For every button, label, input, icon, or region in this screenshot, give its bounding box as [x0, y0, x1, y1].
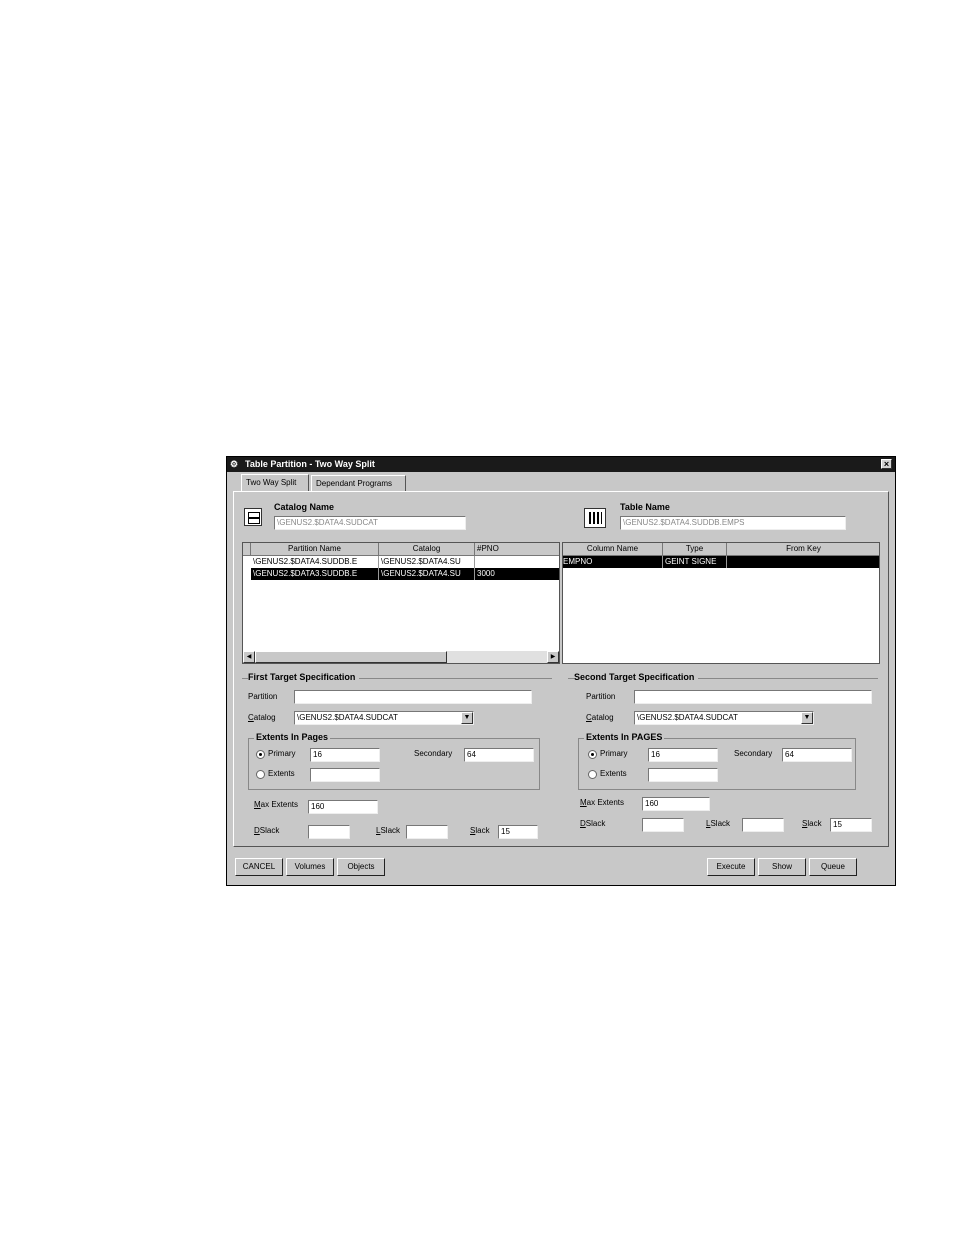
cell-type: GEINT SIGNE: [663, 556, 727, 568]
queue-button[interactable]: Queue: [809, 858, 857, 876]
close-button[interactable]: ×: [881, 459, 892, 469]
cell-pno: [475, 556, 559, 568]
table-row[interactable]: \GENUS2.$DATA4.SUDDB.E \GENUS2.$DATA4.SU: [243, 556, 559, 568]
second-catalog-label: Catalog: [586, 713, 614, 722]
cell-column-name: EMPNO: [563, 556, 663, 568]
col-header-partition-name[interactable]: Partition Name: [251, 543, 379, 556]
first-extents-input[interactable]: [310, 768, 380, 782]
cell-catalog: \GENUS2.$DATA4.SU: [379, 568, 475, 580]
second-primary-input[interactable]: 16: [648, 748, 718, 762]
second-extents-group: [578, 738, 856, 790]
table-partition-window: ⚙ Table Partition - Two Way Split × Two …: [226, 456, 896, 886]
first-dslack-label: DSlack: [254, 826, 280, 835]
cell-catalog: \GENUS2.$DATA4.SU: [379, 556, 475, 568]
first-catalog-value: \GENUS2.$DATA4.SUDCAT: [297, 713, 398, 722]
first-max-extents-label: Max Extents: [254, 800, 299, 809]
first-max-extents-input[interactable]: 160: [308, 800, 378, 814]
first-partition-input[interactable]: [294, 690, 532, 704]
first-target-title: First Target Specification: [248, 672, 360, 682]
second-partition-input[interactable]: [634, 690, 872, 704]
cancel-button[interactable]: CANCEL: [235, 858, 283, 876]
scroll-right-icon[interactable]: ▶: [547, 651, 559, 663]
second-extents-radio[interactable]: [588, 770, 597, 779]
chevron-down-icon[interactable]: ▼: [461, 712, 473, 724]
partitions-grid[interactable]: Partition Name Catalog #PNO \GENUS2.$DAT…: [242, 542, 560, 664]
table-name-label: Table Name: [620, 502, 670, 512]
second-extents-label: Extents: [600, 769, 627, 778]
first-extents-title: Extents In Pages: [254, 732, 331, 742]
cell-partition-name: \GENUS2.$DATA4.SUDDB.E: [251, 556, 379, 568]
first-dslack-input[interactable]: [308, 825, 350, 839]
tab-two-way-split[interactable]: Two Way Split: [241, 474, 309, 491]
first-secondary-label: Secondary: [414, 749, 453, 758]
first-catalog-label: Catalog: [248, 713, 276, 722]
cabinet-icon: [244, 508, 262, 526]
table-row-selected[interactable]: EMPNO GEINT SIGNE: [563, 556, 879, 568]
second-secondary-input[interactable]: 64: [782, 748, 852, 762]
objects-button[interactable]: Objects: [337, 858, 385, 876]
second-max-extents-input[interactable]: 160: [642, 797, 710, 811]
first-lslack-input[interactable]: [406, 825, 448, 839]
scroll-left-icon[interactable]: ◀: [243, 651, 255, 663]
show-button[interactable]: Show: [758, 858, 806, 876]
second-extents-title: Extents In PAGES: [584, 732, 665, 742]
second-partition-label: Partition: [586, 692, 616, 701]
table-grid-icon: [584, 508, 606, 528]
catalog-name-field[interactable]: \GENUS2.$DATA4.SUDCAT: [274, 516, 466, 530]
second-slack-label: Slack: [802, 819, 822, 828]
columns-grid[interactable]: Column Name Type From Key EMPNO GEINT SI…: [562, 542, 880, 664]
second-dslack-label: DSlack: [580, 819, 606, 828]
first-primary-input[interactable]: 16: [310, 748, 380, 762]
second-slack-input[interactable]: 15: [830, 818, 872, 832]
first-lslack-label: LSlack: [376, 826, 401, 835]
cell-partition-name: \GENUS2.$DATA3.SUDDB.E: [251, 568, 379, 580]
cell-pno: 3000: [477, 569, 495, 578]
second-target-title: Second Target Specification: [574, 672, 699, 682]
first-catalog-select[interactable]: \GENUS2.$DATA4.SUDCAT ▼: [294, 711, 474, 725]
volumes-button[interactable]: Volumes: [286, 858, 334, 876]
second-lslack-label: LSlack: [706, 819, 731, 828]
second-extents-input[interactable]: [648, 768, 718, 782]
tab-dependant-programs[interactable]: Dependant Programs: [311, 475, 406, 491]
first-extents-group: [248, 738, 540, 790]
second-catalog-value: \GENUS2.$DATA4.SUDCAT: [637, 713, 738, 722]
title-bar[interactable]: ⚙ Table Partition - Two Way Split ×: [227, 457, 895, 472]
tab-panel: Catalog Name \GENUS2.$DATA4.SUDCAT Table…: [233, 491, 889, 847]
first-slack-label: Slack: [470, 826, 490, 835]
cell-from-key: [727, 556, 879, 568]
first-slack-input[interactable]: 15: [498, 825, 538, 839]
first-partition-label: Partition: [248, 692, 278, 701]
second-max-extents-label: Max Extents: [580, 798, 625, 807]
execute-button[interactable]: Execute: [707, 858, 755, 876]
col-header-pno[interactable]: #PNO: [475, 543, 559, 556]
col-header-column-name[interactable]: Column Name: [563, 543, 663, 556]
scroll-thumb[interactable]: [255, 651, 447, 663]
second-primary-radio[interactable]: [588, 750, 597, 759]
second-secondary-label: Secondary: [734, 749, 773, 758]
second-lslack-input[interactable]: [742, 818, 784, 832]
first-extents-radio[interactable]: [256, 770, 265, 779]
second-catalog-select[interactable]: \GENUS2.$DATA4.SUDCAT ▼: [634, 711, 814, 725]
chevron-down-icon[interactable]: ▼: [801, 712, 813, 724]
first-primary-radio[interactable]: [256, 750, 265, 759]
col-header-type[interactable]: Type: [663, 543, 727, 556]
horizontal-scrollbar[interactable]: ◀ ▶: [243, 651, 559, 663]
table-row-selected[interactable]: \GENUS2.$DATA3.SUDDB.E \GENUS2.$DATA4.SU…: [251, 568, 559, 580]
col-header-from-key[interactable]: From Key: [727, 543, 879, 556]
catalog-name-label: Catalog Name: [274, 502, 335, 512]
grid-corner: [243, 543, 251, 556]
window-title: Table Partition - Two Way Split: [245, 459, 375, 469]
col-header-catalog[interactable]: Catalog: [379, 543, 475, 556]
first-secondary-input[interactable]: 64: [464, 748, 534, 762]
second-primary-label: Primary: [600, 749, 628, 758]
first-primary-label: Primary: [268, 749, 296, 758]
table-name-field[interactable]: \GENUS2.$DATA4.SUDDB.EMPS: [620, 516, 846, 530]
first-extents-label: Extents: [268, 769, 295, 778]
app-icon: ⚙: [230, 459, 239, 469]
second-dslack-input[interactable]: [642, 818, 684, 832]
